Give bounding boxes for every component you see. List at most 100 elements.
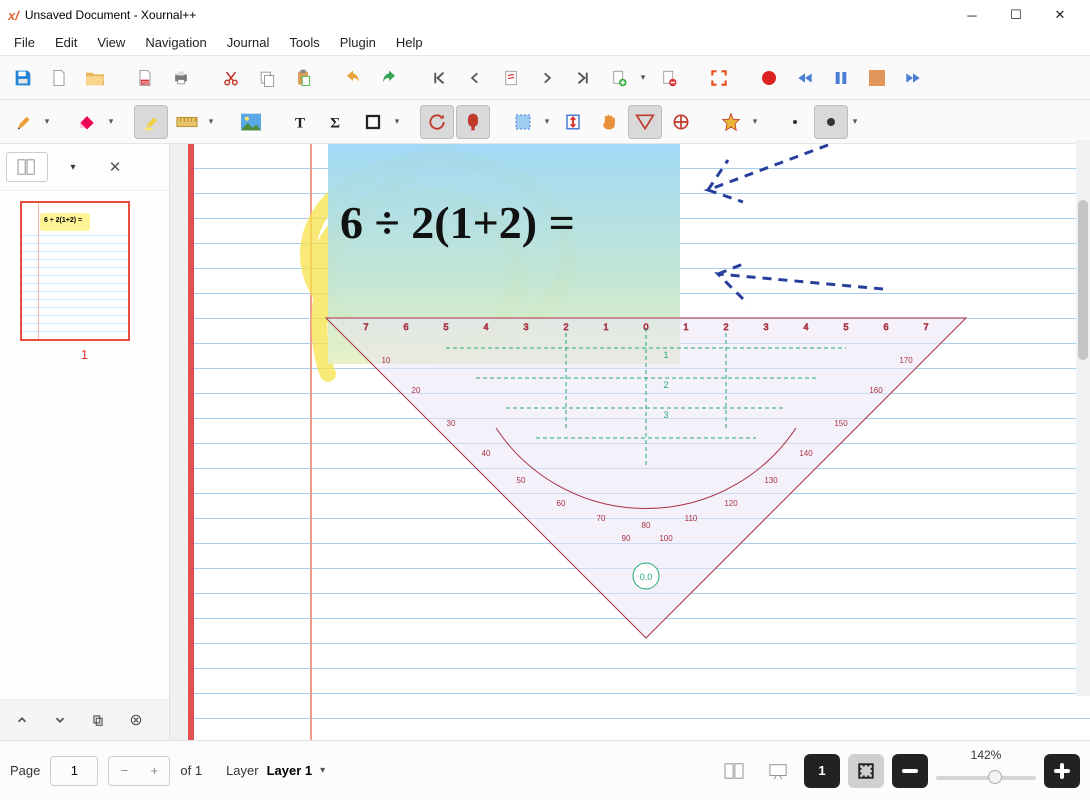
first-page-button[interactable]	[422, 61, 456, 95]
delete-page-button[interactable]	[652, 61, 686, 95]
sidebar-view-selector[interactable]	[6, 152, 48, 182]
eraser-dropdown[interactable]	[104, 116, 118, 127]
vertical-scrollbar[interactable]	[1076, 144, 1090, 696]
maximize-button[interactable]: ☐	[994, 1, 1038, 29]
setsquare-tool[interactable]	[628, 105, 662, 139]
sidebar-move-down[interactable]	[44, 706, 76, 734]
rewind-button[interactable]	[788, 61, 822, 95]
pause-button[interactable]	[824, 61, 858, 95]
shape-dropdown[interactable]	[390, 116, 404, 127]
favorite-button[interactable]	[714, 105, 748, 139]
medium-stroke-button[interactable]	[814, 105, 848, 139]
fullscreen-button[interactable]	[702, 61, 736, 95]
ruler-tool[interactable]	[170, 105, 204, 139]
page-sheet[interactable]: 6 ÷ 2(1+2) = 765432101234567 123	[188, 144, 1090, 740]
rotate-snap-button[interactable]	[420, 105, 454, 139]
presentation-button[interactable]	[760, 754, 796, 788]
sidebar-duplicate[interactable]	[82, 706, 114, 734]
svg-text:Σ: Σ	[330, 115, 340, 131]
page-label: Page	[10, 763, 40, 778]
sidebar: ✕ 6 ÷ 2(1+2) = 1	[0, 144, 170, 740]
blue-arrow-2	[688, 259, 888, 339]
menu-plugin[interactable]: Plugin	[330, 32, 386, 53]
page-total: of 1	[180, 763, 202, 778]
forward-button[interactable]	[896, 61, 930, 95]
canvas-area[interactable]: 6 ÷ 2(1+2) = 765432101234567 123	[170, 144, 1090, 740]
zoom-100-button[interactable]: 1	[804, 754, 840, 788]
menu-edit[interactable]: Edit	[45, 32, 87, 53]
pen-tool[interactable]	[6, 105, 40, 139]
select-rect-tool[interactable]	[506, 105, 540, 139]
toolbar-tools: T Σ	[0, 100, 1090, 144]
page-decrement[interactable]: −	[109, 757, 139, 785]
svg-text:T: T	[295, 115, 305, 131]
print-button[interactable]	[164, 61, 198, 95]
compass-tool[interactable]	[664, 105, 698, 139]
undo-button[interactable]	[336, 61, 370, 95]
menubar: File Edit View Navigation Journal Tools …	[0, 30, 1090, 56]
annotated-page-button[interactable]	[494, 61, 528, 95]
zoom-slider[interactable]	[936, 776, 1036, 780]
image-tool[interactable]	[234, 105, 268, 139]
svg-text:PDF: PDF	[142, 79, 151, 84]
close-window-button[interactable]: ✕	[1038, 1, 1082, 29]
next-page-button[interactable]	[530, 61, 564, 95]
last-page-button[interactable]	[566, 61, 600, 95]
save-button[interactable]	[6, 61, 40, 95]
redo-button[interactable]	[372, 61, 406, 95]
open-folder-button[interactable]	[78, 61, 112, 95]
select-dropdown[interactable]	[540, 116, 554, 127]
paste-button[interactable]	[286, 61, 320, 95]
equation-image	[328, 144, 680, 364]
stroke-dropdown[interactable]	[848, 116, 862, 127]
window-title: Unsaved Document - Xournal++	[25, 8, 950, 22]
page-increment[interactable]: +	[139, 757, 169, 785]
paired-pages-button[interactable]	[716, 754, 752, 788]
stop-button[interactable]	[860, 61, 894, 95]
highlighter-dropdown[interactable]	[204, 116, 218, 127]
record-button[interactable]	[752, 61, 786, 95]
zoom-value: 142%	[971, 748, 1002, 762]
shape-tool[interactable]	[356, 105, 390, 139]
minimize-button[interactable]: ─	[950, 1, 994, 29]
zoom-in-button[interactable]	[1044, 754, 1080, 788]
eraser-tool[interactable]	[70, 105, 104, 139]
layer-dropdown-icon[interactable]: ▾	[320, 765, 325, 776]
titlebar: x/ Unsaved Document - Xournal++ ─ ☐ ✕	[0, 0, 1090, 30]
highlighter-tool[interactable]	[134, 105, 168, 139]
sidebar-delete[interactable]	[120, 706, 152, 734]
toolbar-main: PDF	[0, 56, 1090, 100]
prev-page-button[interactable]	[458, 61, 492, 95]
menu-tools[interactable]: Tools	[279, 32, 329, 53]
insert-page-dropdown[interactable]	[636, 72, 650, 83]
menu-navigation[interactable]: Navigation	[135, 32, 216, 53]
pen-dropdown[interactable]	[40, 116, 54, 127]
new-doc-button[interactable]	[42, 61, 76, 95]
grid-snap-button[interactable]	[456, 105, 490, 139]
text-tool[interactable]: T	[284, 105, 318, 139]
equation-text: 6 ÷ 2(1+2) =	[340, 196, 575, 249]
thumb-mini-text: 6 ÷ 2(1+2) =	[44, 217, 82, 224]
page-thumbnail-1[interactable]: 6 ÷ 2(1+2) =	[20, 201, 130, 341]
vertical-space-tool[interactable]	[556, 105, 590, 139]
sidebar-view-dropdown[interactable]	[54, 152, 92, 182]
latex-tool[interactable]: Σ	[320, 105, 354, 139]
page-number-input[interactable]: 1	[50, 756, 98, 786]
thumbnail-panel: 6 ÷ 2(1+2) = 1	[0, 191, 169, 699]
menu-view[interactable]: View	[87, 32, 135, 53]
hand-tool[interactable]	[592, 105, 626, 139]
favorite-dropdown[interactable]	[748, 116, 762, 127]
copy-button[interactable]	[250, 61, 284, 95]
zoom-out-button[interactable]	[892, 754, 928, 788]
zoom-fit-button[interactable]	[848, 754, 884, 788]
insert-page-button[interactable]	[602, 61, 636, 95]
menu-file[interactable]: File	[4, 32, 45, 53]
layer-value: Layer 1	[267, 763, 313, 778]
cut-button[interactable]	[214, 61, 248, 95]
menu-help[interactable]: Help	[386, 32, 433, 53]
thin-stroke-button[interactable]	[778, 105, 812, 139]
sidebar-close-button[interactable]: ✕	[98, 152, 132, 182]
menu-journal[interactable]: Journal	[217, 32, 280, 53]
sidebar-move-up[interactable]	[6, 706, 38, 734]
export-pdf-button[interactable]: PDF	[128, 61, 162, 95]
